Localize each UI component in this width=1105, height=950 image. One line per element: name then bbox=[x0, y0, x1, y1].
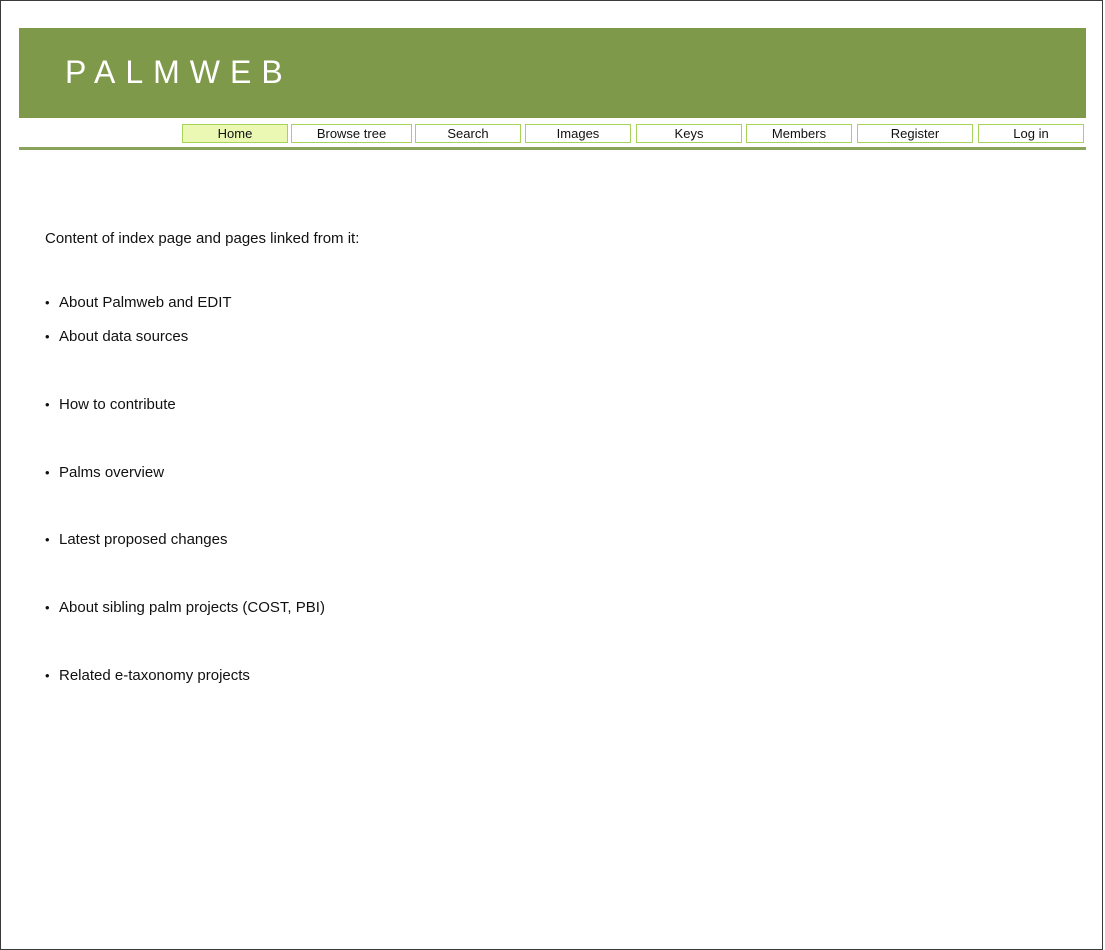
nav-bar: Home Browse tree Search Images Keys Memb… bbox=[19, 118, 1086, 150]
nav-images[interactable]: Images bbox=[525, 124, 631, 143]
link-how-to-contribute[interactable]: • How to contribute bbox=[45, 395, 176, 415]
link-label: Latest proposed changes bbox=[59, 531, 228, 548]
link-about-palmweb[interactable]: • About Palmweb and EDIT bbox=[45, 293, 232, 313]
nav-log-in[interactable]: Log in bbox=[978, 124, 1084, 143]
link-palms-overview[interactable]: • Palms overview bbox=[45, 463, 164, 483]
link-data-sources[interactable]: • About data sources bbox=[45, 327, 188, 347]
link-label: How to contribute bbox=[59, 396, 176, 413]
bullet-icon: • bbox=[45, 465, 50, 480]
site-title: PALMWEB bbox=[65, 54, 293, 90]
link-related-projects[interactable]: • Related e-taxonomy projects bbox=[45, 666, 250, 686]
link-label: Palms overview bbox=[59, 464, 165, 481]
link-latest-changes[interactable]: • Latest proposed changes bbox=[45, 530, 227, 550]
nav-browse-tree[interactable]: Browse tree bbox=[291, 124, 412, 143]
link-label: About data sources bbox=[59, 328, 189, 345]
bullet-icon: • bbox=[45, 295, 50, 310]
page-frame: PALMWEB Home Browse tree Search Images K… bbox=[0, 0, 1103, 950]
link-label: About Palmweb and EDIT bbox=[59, 294, 232, 311]
bullet-icon: • bbox=[45, 329, 50, 344]
nav-register[interactable]: Register bbox=[857, 124, 973, 143]
bullet-icon: • bbox=[45, 532, 50, 547]
bullet-icon: • bbox=[45, 397, 50, 412]
intro-text: Content of index page and pages linked f… bbox=[45, 230, 360, 247]
nav-search[interactable]: Search bbox=[415, 124, 521, 143]
nav-members[interactable]: Members bbox=[746, 124, 852, 143]
link-label: Related e-taxonomy projects bbox=[59, 667, 250, 684]
link-label: About sibling palm projects (COST, PBI) bbox=[59, 599, 325, 616]
link-sibling-projects[interactable]: • About sibling palm projects (COST, PBI) bbox=[45, 598, 325, 618]
bullet-icon: • bbox=[45, 668, 50, 683]
nav-home[interactable]: Home bbox=[182, 124, 288, 143]
nav-keys[interactable]: Keys bbox=[636, 124, 742, 143]
bullet-icon: • bbox=[45, 600, 50, 615]
header-banner: PALMWEB bbox=[19, 28, 1086, 118]
